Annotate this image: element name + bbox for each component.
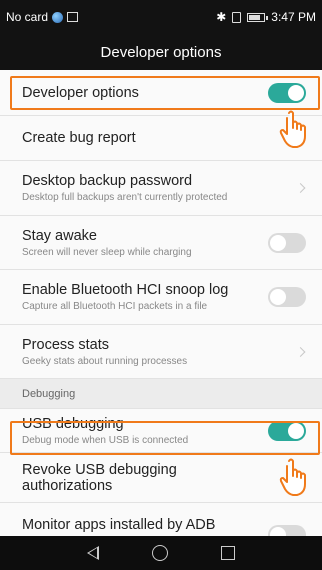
settings-list[interactable]: Developer options Create bug report Desk… <box>0 70 322 536</box>
chevron-right-icon <box>295 183 306 193</box>
setting-title: Enable Bluetooth HCI snoop log <box>22 282 229 298</box>
usb-debugging-toggle[interactable] <box>268 420 306 441</box>
sim-icon <box>232 11 242 23</box>
bluetooth-hci-toggle[interactable] <box>268 287 306 307</box>
page-title: Developer options <box>100 43 222 61</box>
tap-hand-icon <box>279 458 306 496</box>
tap-hand-icon <box>279 110 306 148</box>
setting-revoke-usb-authorizations[interactable]: Revoke USB debugging authorizations <box>0 453 322 503</box>
back-icon[interactable] <box>86 546 99 560</box>
setting-create-bug-report[interactable]: Create bug report <box>0 116 322 161</box>
setting-subtitle: Desktop full backups aren't currently pr… <box>22 192 228 203</box>
recents-icon[interactable] <box>221 546 236 560</box>
globe-icon <box>52 11 64 23</box>
battery-icon <box>247 12 269 22</box>
home-icon[interactable] <box>151 545 168 561</box>
setting-title: Create bug report <box>22 130 136 146</box>
status-bar: No card ✱ 3:47 PM <box>0 0 322 34</box>
setting-title: Process stats <box>22 336 110 353</box>
setting-subtitle: Screen will never sleep while charging <box>22 246 192 258</box>
setting-bluetooth-hci-snoop-log[interactable]: Enable Bluetooth HCI snoop log Capture a… <box>0 270 322 325</box>
setting-title: Stay awake <box>22 227 97 244</box>
setting-title: Revoke USB debugging authorizations <box>22 461 177 494</box>
setting-process-stats[interactable]: Process stats Geeky stats about running … <box>0 325 322 379</box>
section-title: Debugging <box>22 387 76 400</box>
bluetooth-icon: ✱ <box>216 10 227 24</box>
app-bar: Developer options <box>0 34 322 70</box>
developer-options-toggle[interactable] <box>268 82 306 103</box>
clock: 3:47 PM <box>271 10 316 24</box>
setting-usb-debugging[interactable]: USB debugging Debug mode when USB is con… <box>0 409 322 453</box>
setting-stay-awake[interactable]: Stay awake Screen will never sleep while… <box>0 216 322 270</box>
setting-monitor-adb-apps[interactable]: Monitor apps installed by ADB <box>0 503 322 536</box>
setting-desktop-backup-password[interactable]: Desktop backup password Desktop full bac… <box>0 161 322 216</box>
chevron-right-icon <box>295 346 306 357</box>
navigation-bar <box>0 536 322 570</box>
setting-title: USB debugging <box>22 415 124 432</box>
monitor-adb-toggle[interactable] <box>268 525 306 536</box>
setting-subtitle: Capture all Bluetooth HCI packets in a f… <box>22 301 208 312</box>
section-header-debugging: Debugging <box>0 379 322 409</box>
stay-awake-toggle[interactable] <box>268 232 306 253</box>
setting-subtitle: Debug mode when USB is connected <box>22 434 189 446</box>
carrier-label: No card <box>6 10 49 24</box>
setting-developer-options[interactable]: Developer options <box>0 70 322 116</box>
setting-title: Desktop backup password <box>22 173 193 189</box>
setting-title: Monitor apps installed by ADB <box>22 517 216 533</box>
image-icon <box>67 12 79 22</box>
setting-title: Developer options <box>22 84 139 101</box>
setting-subtitle: Geeky stats about running processes <box>22 355 188 367</box>
